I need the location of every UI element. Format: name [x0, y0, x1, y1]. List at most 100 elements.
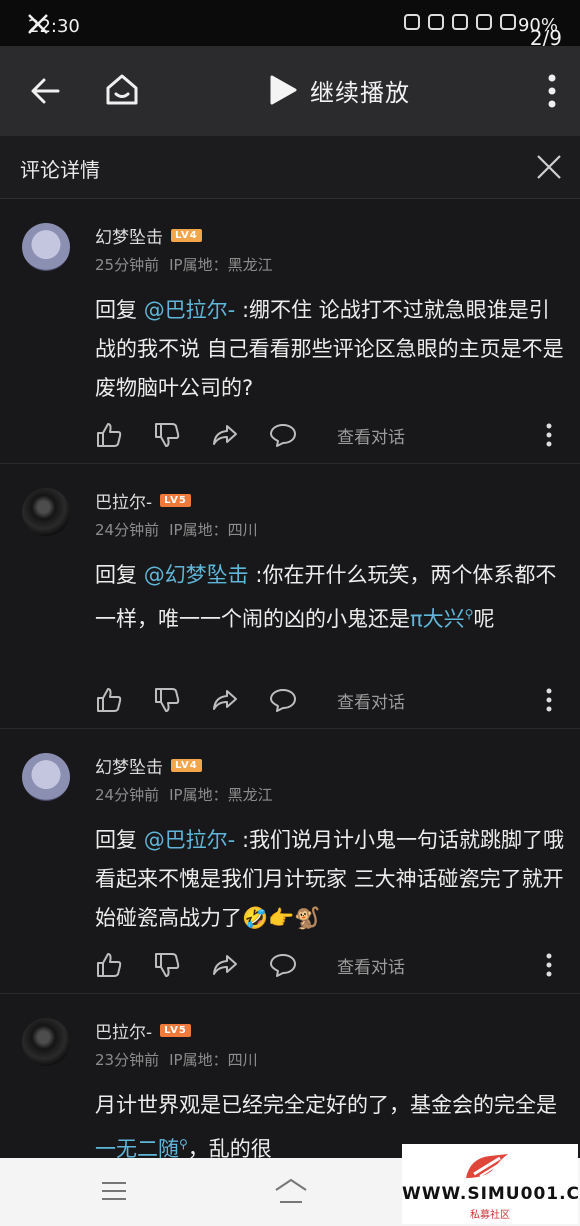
search-icon: ⚲ — [179, 1137, 188, 1151]
comment-meta: 25分钟前 IP属地：黑龙江 — [95, 254, 273, 275]
play-icon — [270, 75, 297, 105]
comment-text: 回复 @巴拉尔- :绷不住 论战打不过就急眼谁是引战的我不说 自己看看那些评论区… — [95, 291, 565, 408]
like-button[interactable] — [95, 686, 123, 714]
comment-ip: IP属地：四川 — [169, 1051, 258, 1069]
comment-item: 巴拉尔- LV5 23分钟前 IP属地：四川 月计世界观是已经完全定好的了，基金会… — [0, 994, 580, 1164]
hotspot-icon — [452, 14, 468, 30]
level-badge: LV5 — [160, 494, 191, 507]
mention-link[interactable]: @巴拉尔- — [144, 298, 236, 322]
reply-button[interactable] — [269, 686, 297, 714]
dislike-button[interactable] — [153, 686, 181, 714]
thumbs-up-icon — [97, 688, 122, 712]
comment-meta: 24分钟前 IP属地：黑龙江 — [95, 784, 273, 805]
share-button[interactable] — [211, 951, 239, 979]
watermark-sub: 私募社区 — [470, 1210, 510, 1221]
watermark: WWW.SIMU001.CN 私募社区 — [402, 1144, 580, 1224]
share-icon — [213, 425, 237, 445]
share-button[interactable] — [211, 686, 239, 714]
more-vertical-icon[interactable] — [546, 688, 552, 712]
share-button[interactable] — [211, 421, 239, 449]
level-badge: LV4 — [171, 229, 202, 242]
author-name[interactable]: 巴拉尔- — [95, 1018, 152, 1043]
comment-ip: IP属地：四川 — [169, 521, 258, 539]
status-icons — [404, 14, 516, 30]
comment-item: 巴拉尔- LV5 24分钟前 IP属地：四川 回复 @幻梦坠击 :你在开什么玩笑，… — [0, 464, 580, 729]
level-badge: LV5 — [160, 1024, 191, 1037]
avatar[interactable] — [22, 753, 70, 801]
thumbs-down-icon — [155, 688, 180, 712]
home-icon[interactable] — [272, 1176, 310, 1206]
comment-time: 25分钟前 — [95, 256, 160, 274]
like-button[interactable] — [95, 421, 123, 449]
level-badge: LV4 — [171, 759, 202, 772]
dislike-button[interactable] — [153, 951, 181, 979]
reply-prefix: 回复 — [95, 563, 144, 587]
comment-time: 24分钟前 — [95, 521, 160, 539]
comment-ip: IP属地：黑龙江 — [169, 256, 273, 274]
watermark-logo-icon — [466, 1154, 508, 1178]
continue-play-label: 继续播放 — [310, 78, 410, 107]
more-vertical-icon[interactable] — [546, 423, 552, 447]
reply-button[interactable] — [269, 951, 297, 979]
view-conversation-link[interactable]: 查看对话 — [337, 688, 405, 713]
view-conversation-link[interactable]: 查看对话 — [337, 953, 405, 978]
thumbs-down-icon — [155, 953, 180, 977]
search-link[interactable]: π大兴 — [410, 607, 465, 631]
share-icon — [213, 955, 237, 975]
author-name[interactable]: 幻梦坠击 — [95, 753, 163, 778]
comment-actions: 查看对话 — [95, 951, 405, 979]
avatar[interactable] — [22, 1018, 70, 1066]
continue-play-button[interactable]: 继续播放 — [268, 72, 410, 108]
comment-actions: 查看对话 — [95, 686, 405, 714]
comment-meta: 24分钟前 IP属地：四川 — [95, 519, 258, 540]
top-bar: 继续播放 — [0, 46, 580, 136]
status-bar: 22:30 90% 2/9 — [0, 0, 580, 50]
comment-body: 月计世界观是已经完全定好的了，基金会的完全是 — [95, 1093, 557, 1117]
reply-prefix: 回复 — [95, 828, 144, 852]
author-row: 幻梦坠击 LV4 — [95, 753, 202, 778]
comment-body-tail: 呢 — [473, 607, 495, 631]
author-row: 巴拉尔- LV5 — [95, 488, 191, 513]
comment-actions: 查看对话 — [95, 421, 405, 449]
comment-bubble-icon — [270, 424, 296, 447]
comment-bubble-icon — [270, 954, 296, 977]
comment-meta: 23分钟前 IP属地：四川 — [95, 1049, 258, 1070]
close-icon[interactable] — [536, 154, 562, 180]
comment-bubble-icon — [270, 689, 296, 712]
status-time: 22:30 — [28, 16, 80, 37]
more-vertical-icon[interactable] — [548, 74, 556, 108]
like-button[interactable] — [95, 951, 123, 979]
comment-text: 回复 @巴拉尔- :我们说月计小鬼一句话就跳脚了哦 看起来不愧是我们月计玩家 三… — [95, 821, 565, 938]
thumbs-up-icon — [97, 953, 122, 977]
reply-prefix: 回复 — [95, 298, 144, 322]
mention-link[interactable]: @幻梦坠击 — [144, 563, 249, 587]
view-conversation-link[interactable]: 查看对话 — [337, 423, 405, 448]
thumbs-down-icon — [155, 423, 180, 447]
author-name[interactable]: 幻梦坠击 — [95, 223, 163, 248]
comment-text: 回复 @幻梦坠击 :你在开什么玩笑，两个体系都不一样，唯一一个闹的凶的小鬼还是π… — [95, 556, 565, 639]
thumbs-up-icon — [97, 423, 122, 447]
comment-item: 幻梦坠击 LV4 24分钟前 IP属地：黑龙江 回复 @巴拉尔- :我们说月计小鬼… — [0, 729, 580, 994]
comment-detail-header: 评论详情 — [0, 136, 580, 199]
battery-icon — [500, 14, 516, 30]
comment-time: 24分钟前 — [95, 786, 160, 804]
author-row: 幻梦坠击 LV4 — [95, 223, 202, 248]
avatar[interactable] — [22, 488, 70, 536]
menu-icon[interactable] — [100, 1180, 128, 1202]
watermark-site: WWW.SIMU001.CN — [402, 1184, 580, 1204]
headset-icon — [404, 14, 420, 30]
comment-time: 23分钟前 — [95, 1051, 160, 1069]
home-icon[interactable] — [104, 72, 140, 108]
comment-ip: IP属地：黑龙江 — [169, 786, 273, 804]
reply-button[interactable] — [269, 421, 297, 449]
signal-icon — [476, 14, 492, 30]
comment-list: 幻梦坠击 LV4 25分钟前 IP属地：黑龙江 回复 @巴拉尔- :绷不住 论战打… — [0, 199, 580, 1164]
dislike-button[interactable] — [153, 421, 181, 449]
mute-icon — [428, 14, 444, 30]
back-arrow-icon[interactable] — [28, 74, 62, 108]
mention-link[interactable]: @巴拉尔- — [144, 828, 236, 852]
comment-item: 幻梦坠击 LV4 25分钟前 IP属地：黑龙江 回复 @巴拉尔- :绷不住 论战打… — [0, 199, 580, 464]
author-name[interactable]: 巴拉尔- — [95, 488, 152, 513]
avatar[interactable] — [22, 223, 70, 271]
more-vertical-icon[interactable] — [546, 953, 552, 977]
